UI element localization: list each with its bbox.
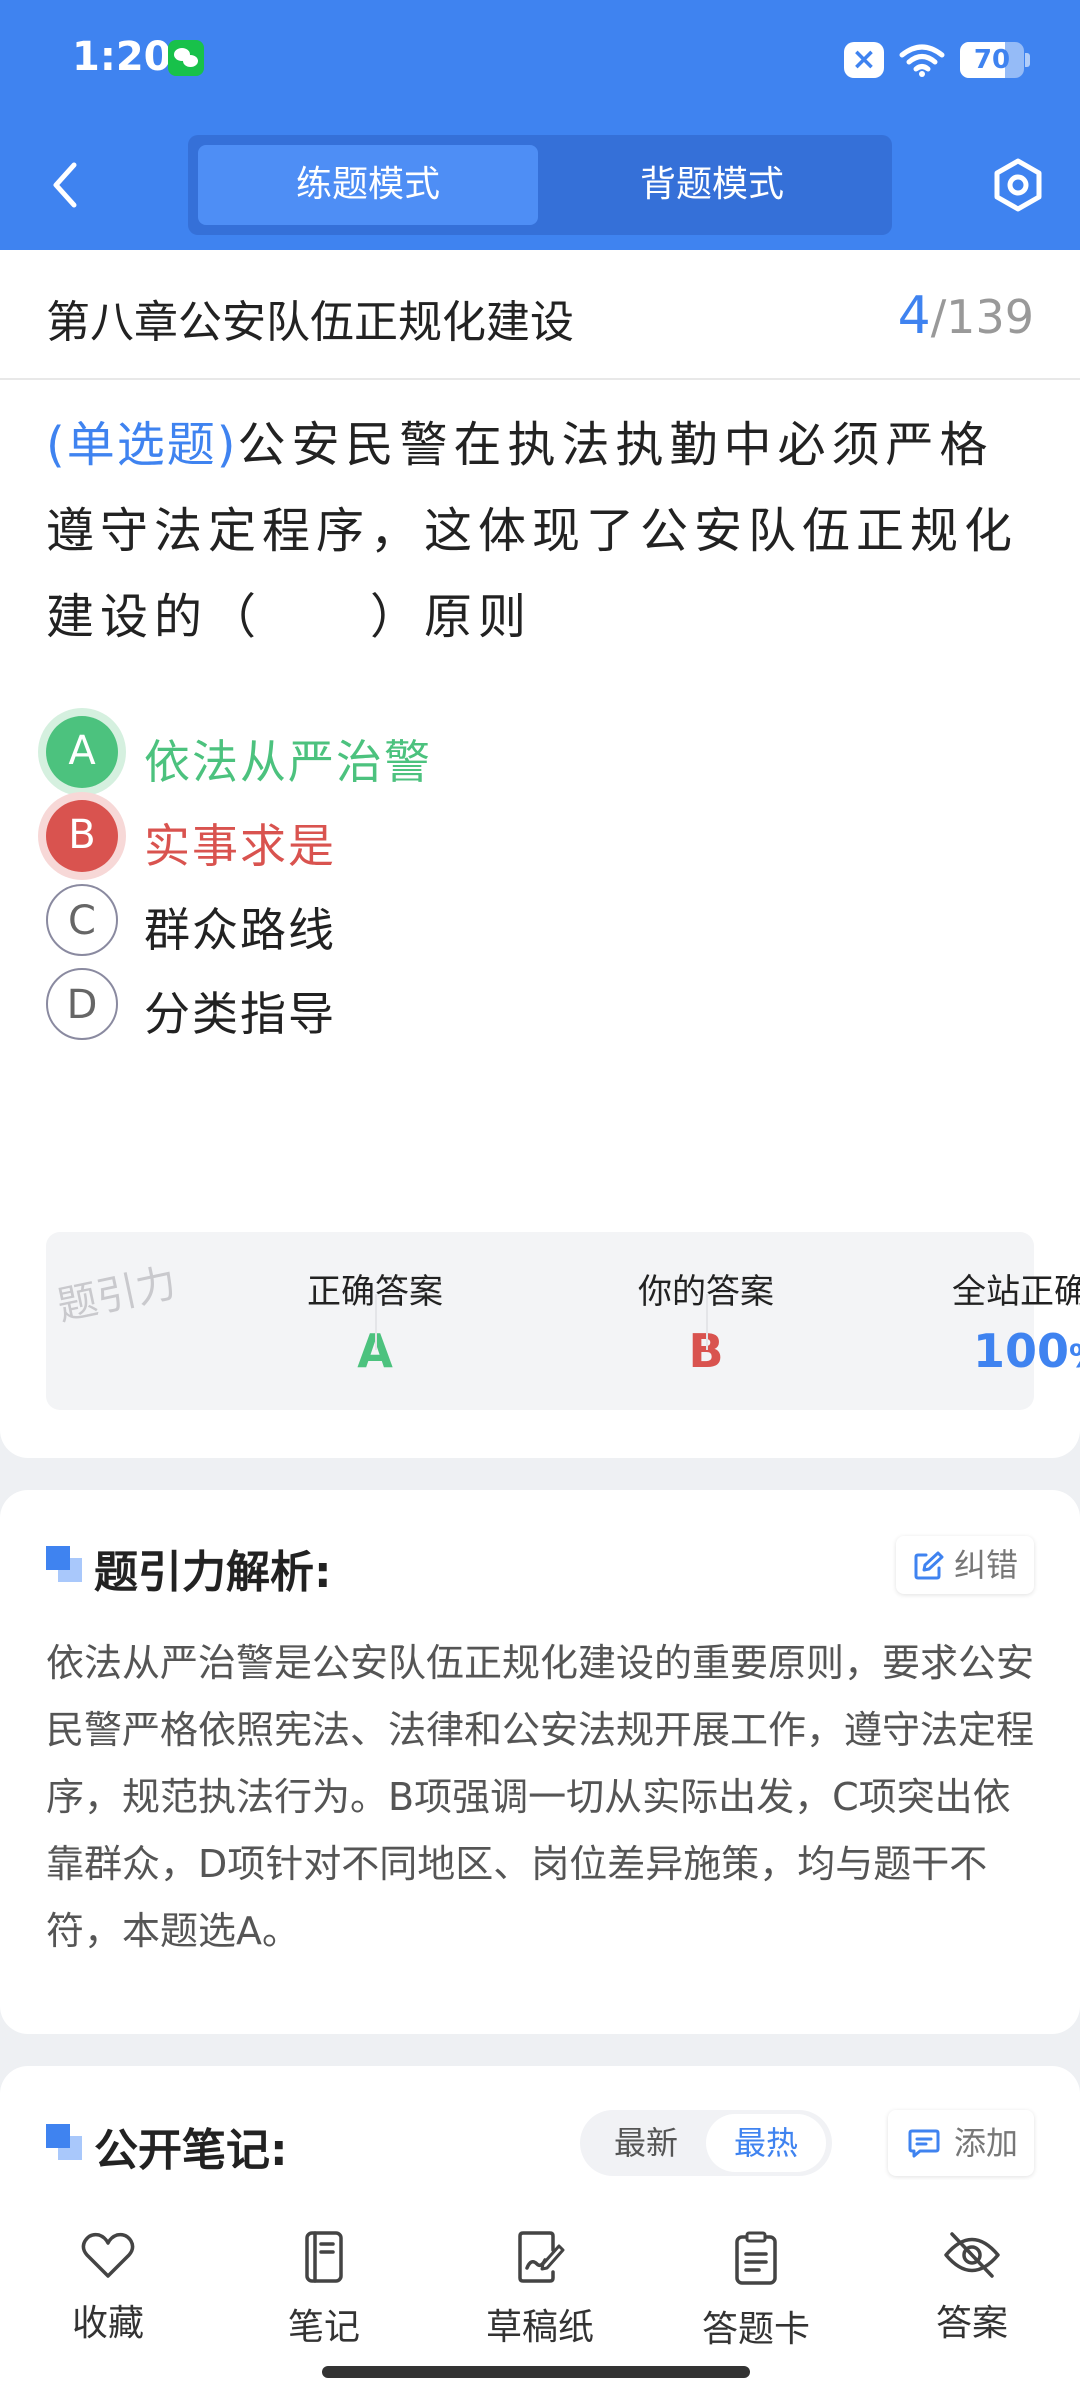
status-icons: × 70 bbox=[844, 40, 1030, 80]
tab-favorite[interactable]: 收藏 bbox=[18, 2230, 198, 2350]
comment-icon bbox=[908, 2129, 940, 2158]
tab-answer[interactable]: 答案 bbox=[882, 2230, 1062, 2350]
option-c-text: 群众路线 bbox=[144, 903, 336, 957]
tab-answer-label: 答案 bbox=[935, 2303, 1008, 2344]
home-indicator[interactable] bbox=[322, 2366, 750, 2378]
your-answer: 你的答案 B bbox=[377, 1232, 774, 1410]
analysis-card: 题引力解析: 纠错 依法从严治警是公安队伍正规化建设的重要原则，要求公安民警严格… bbox=[0, 1490, 1080, 2034]
total-questions: /139 bbox=[930, 290, 1034, 344]
report-error-label: 纠错 bbox=[954, 1546, 1019, 1584]
question-type-badge: (单选题) bbox=[46, 417, 238, 473]
notes-title: 公开笔记: bbox=[94, 2125, 288, 2176]
no-sim-icon: × bbox=[844, 42, 884, 78]
section-squares-icon bbox=[46, 1546, 82, 1582]
battery-icon: 70 bbox=[960, 42, 1030, 78]
correct-answer: 正确答案 A bbox=[46, 1232, 443, 1410]
status-bar: 1:20 × 70 bbox=[0, 0, 1080, 120]
edit-icon bbox=[914, 1551, 944, 1580]
option-d-letter: D bbox=[46, 968, 118, 1040]
section-squares-icon bbox=[46, 2124, 82, 2160]
option-b[interactable]: B 实事求是 bbox=[46, 800, 746, 874]
chapter-title: 第八章公安队伍正规化建设 bbox=[46, 297, 574, 348]
question-card: 第八章公安队伍正规化建设 4/139 (单选题)公安民警在执法执勤中必须严格遵守… bbox=[0, 250, 1080, 1458]
notes-sort-toggle: 最新 最热 bbox=[580, 2110, 832, 2176]
question-text: (单选题)公安民警在执法执勤中必须严格遵守法定程序，这体现了公安队伍正规化建设的… bbox=[46, 402, 1036, 660]
top-header: 1:20 × 70 练题模式 背题模式 bbox=[0, 0, 1080, 250]
option-c-letter: C bbox=[46, 884, 118, 956]
notebook-icon bbox=[305, 2231, 343, 2283]
add-note-button[interactable]: 添加 bbox=[888, 2110, 1034, 2176]
battery-level: 70 bbox=[973, 45, 1011, 75]
tab-draft-label: 草稿纸 bbox=[485, 2307, 594, 2348]
site-accuracy-value: 100% bbox=[972, 1324, 1080, 1378]
tab-draft[interactable]: 草稿纸 bbox=[450, 2230, 630, 2350]
analysis-text: 依法从严治警是公安队伍正规化建设的重要原则，要求公安民警严格依照宪法、法律和公安… bbox=[46, 1641, 1035, 1953]
heart-icon bbox=[81, 2232, 135, 2278]
eye-off-icon bbox=[944, 2232, 1000, 2278]
tab-answer-card-label: 答题卡 bbox=[701, 2309, 810, 2350]
analysis-title: 题引力解析: bbox=[94, 1547, 332, 1598]
option-a[interactable]: A 依法从严治警 bbox=[46, 716, 746, 790]
status-time: 1:20 bbox=[72, 34, 172, 80]
back-chevron-left-icon[interactable] bbox=[40, 155, 90, 215]
wechat-notification-icon bbox=[168, 40, 204, 76]
current-question-number: 4 bbox=[897, 286, 931, 346]
settings-hexagon-icon[interactable] bbox=[988, 155, 1048, 215]
site-accuracy: 全站正确率 100% bbox=[708, 1232, 1080, 1410]
option-d-text: 分类指导 bbox=[144, 987, 336, 1041]
add-note-label: 添加 bbox=[954, 2124, 1019, 2162]
tab-notes[interactable]: 笔记 bbox=[234, 2230, 414, 2350]
option-d[interactable]: D 分类指导 bbox=[46, 968, 746, 1042]
question-progress[interactable]: 4/139 bbox=[898, 286, 1034, 346]
tab-notes-label: 笔记 bbox=[287, 2307, 360, 2348]
option-b-text: 实事求是 bbox=[144, 819, 336, 873]
answer-summary: 题引力 正确答案 A 你的答案 B 全站正确率 100% bbox=[46, 1232, 1080, 1410]
tab-favorite-label: 收藏 bbox=[71, 2303, 144, 2344]
option-b-letter: B bbox=[46, 800, 118, 872]
option-a-text: 依法从严治警 bbox=[144, 735, 432, 789]
option-c[interactable]: C 群众路线 bbox=[46, 884, 746, 958]
tab-memorize-mode[interactable]: 背题模式 bbox=[542, 145, 882, 225]
divider bbox=[0, 378, 1080, 380]
sort-hottest[interactable]: 最热 bbox=[706, 2114, 826, 2172]
tab-answer-card[interactable]: 答题卡 bbox=[666, 2230, 846, 2350]
site-accuracy-label: 全站正确率 bbox=[952, 1272, 1080, 1312]
answer-card-icon bbox=[735, 2231, 777, 2285]
sort-newest[interactable]: 最新 bbox=[586, 2114, 706, 2172]
tab-practice-mode[interactable]: 练题模式 bbox=[198, 145, 538, 225]
option-a-letter: A bbox=[46, 716, 118, 788]
draft-paper-icon bbox=[518, 2231, 565, 2283]
mode-switch: 练题模式 背题模式 bbox=[188, 135, 892, 235]
report-error-button[interactable]: 纠错 bbox=[896, 1536, 1034, 1594]
wifi-icon bbox=[899, 44, 945, 77]
